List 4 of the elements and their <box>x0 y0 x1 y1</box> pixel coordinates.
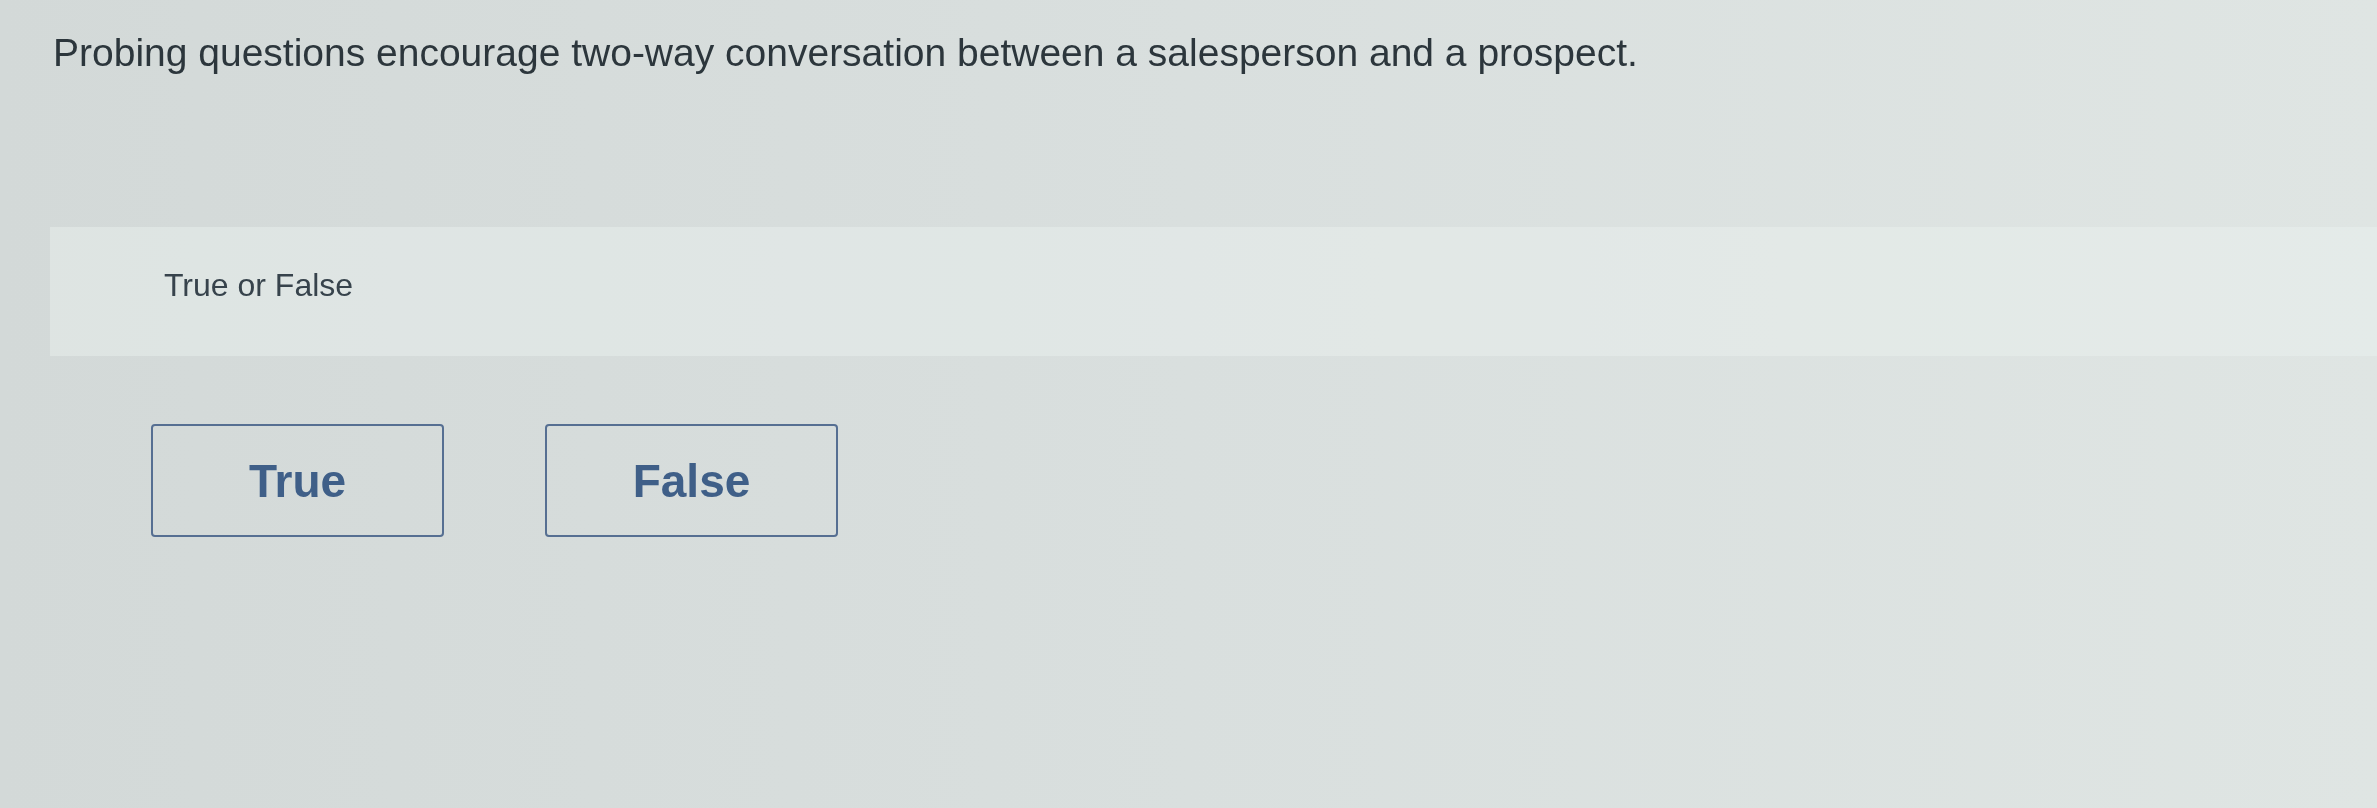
answer-button[interactable]: True <box>151 424 444 537</box>
question-type-label: True or False <box>164 266 354 304</box>
answer-button[interactable]: False <box>545 424 838 537</box>
question-text: Probing questions encourage two-way conversation between a salesperson and a prospect. <box>53 30 1638 76</box>
